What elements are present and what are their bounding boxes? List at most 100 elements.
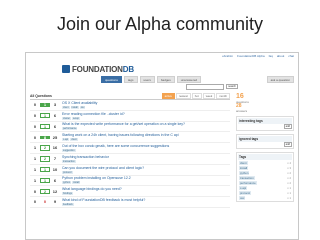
tab-badges[interactable]: badges — [156, 76, 175, 83]
forum-screenshot: ebrahim FoundationDB Alpha faq about cha… — [25, 52, 299, 240]
question-title[interactable]: Starting work on a 24h client, having is… — [62, 133, 230, 137]
logo-suffix: DB — [122, 64, 134, 74]
question-title[interactable]: Error reading connection file ..cluster … — [62, 112, 230, 116]
answer-count: 1 — [43, 112, 47, 118]
vote-count: 1 — [33, 156, 37, 162]
tag-link[interactable]: cluster — [62, 116, 72, 120]
vote-count: 0 — [33, 112, 37, 118]
votes-stat: 1 — [30, 157, 40, 161]
question-title[interactable]: What is the expected write performance f… — [62, 122, 230, 126]
sort-tab-active[interactable]: active — [161, 93, 175, 99]
question-title[interactable]: What language bindings do you need? — [62, 187, 230, 191]
tag-link[interactable]: transaction — [62, 159, 76, 163]
sidebar-tag-name[interactable]: osx — [239, 195, 246, 200]
question-title[interactable]: What kind of FoundationDB feedback is mo… — [62, 198, 230, 202]
sidebar-tag-name[interactable]: performance — [239, 180, 257, 185]
tag-link[interactable]: install — [72, 181, 81, 185]
search-button[interactable]: search — [226, 84, 238, 89]
tag-link[interactable]: feedback — [62, 203, 74, 207]
question-tags: suggestion — [62, 149, 230, 153]
sort-tab-hot[interactable]: hot — [191, 93, 202, 99]
views-stat: 7 — [50, 157, 60, 161]
vote-count: 1 — [33, 145, 37, 151]
vote-count: 1 — [33, 166, 37, 172]
question-list: All Questions active newest hot week mon… — [30, 93, 230, 208]
add-interesting-button[interactable]: add — [283, 124, 292, 129]
views-stat: 9 — [50, 200, 60, 204]
sort-tab-month[interactable]: month — [216, 93, 230, 99]
question-row: 0 0 9 What kind of FoundationDB feedback is… — [30, 197, 230, 208]
top-link-chat[interactable]: chat — [288, 54, 294, 61]
answer-count: 2 — [43, 188, 47, 194]
tag-link[interactable]: suggestion — [62, 149, 76, 153]
question-tags: client install osx — [62, 105, 230, 109]
ask-question-button[interactable]: ask a question — [266, 76, 294, 83]
tag-link[interactable]: install — [70, 105, 79, 109]
tab-unanswered[interactable]: unanswered — [176, 76, 202, 83]
slide-title: Join our Alpha community — [56, 14, 264, 34]
sidebar-tag-name[interactable]: python — [239, 170, 250, 175]
sidebar-tag-name[interactable]: c-api — [239, 185, 248, 190]
question-row: 1 1 6 Python problem installing on Opensuse… — [30, 176, 230, 187]
question-title[interactable]: OS X Client availability — [62, 101, 230, 105]
vote-count: 0 — [33, 123, 37, 129]
sidebar-tag[interactable]: osx x 1 — [238, 195, 292, 200]
tag-link[interactable]: bindings — [62, 192, 73, 196]
tab-users[interactable]: users — [139, 76, 155, 83]
tab-questions[interactable]: questions — [101, 76, 122, 83]
add-ignored-button[interactable]: add — [283, 142, 292, 147]
tab-tags[interactable]: tags — [123, 76, 138, 83]
question-title[interactable]: Synching transaction behavior — [62, 155, 230, 159]
views-stat: 3 — [50, 103, 60, 107]
top-link-about[interactable]: about — [277, 54, 285, 61]
tag-link[interactable]: protocol — [62, 170, 73, 174]
tags-box: Tags client x 4 install x 3 python x 2 transac… — [236, 152, 294, 202]
question-body: What kind of FoundationDB feedback is mo… — [60, 198, 230, 207]
question-row: 0 1 3 OS X Client availability client install… — [30, 100, 230, 111]
view-count: 12 — [52, 188, 58, 194]
question-row: 0 2 12 What language bindings do you need? b… — [30, 186, 230, 198]
view-count: 6 — [53, 112, 57, 118]
vote-count: 0 — [33, 199, 37, 205]
tag-link[interactable]: setup — [72, 116, 80, 120]
tag-link[interactable]: client — [62, 105, 70, 109]
logo[interactable]: FOUNDATIONDB — [26, 62, 298, 76]
vote-count: 0 — [33, 102, 37, 108]
tag-link[interactable]: client — [70, 138, 78, 142]
tag-link[interactable]: osx — [79, 105, 86, 109]
answers-stat: 1 — [40, 177, 50, 184]
answers-stat: 1 — [40, 103, 50, 107]
views-stat: 16 — [50, 146, 60, 150]
votes-stat: 1 — [30, 178, 40, 183]
question-tags: protocol — [62, 170, 230, 174]
question-title[interactable]: Out of the box condo gmaik, here are som… — [62, 144, 230, 148]
sidebar-tag-name[interactable]: protocol — [239, 190, 251, 195]
question-title[interactable]: Can you document the wire protocol and c… — [62, 166, 230, 170]
view-count: 7 — [53, 156, 57, 162]
votes-stat: 1 — [30, 168, 40, 172]
sort-tab-newest[interactable]: newest — [175, 93, 191, 99]
view-count: 16 — [52, 145, 58, 151]
sidebar-tag-count: x 1 — [287, 195, 291, 200]
tag-link[interactable]: c-api — [62, 138, 70, 142]
sidebar-tag-name[interactable]: install — [239, 165, 249, 170]
top-link-site[interactable]: FoundationDB Alpha — [237, 54, 265, 61]
sidebar-tag-count: x 3 — [287, 165, 291, 170]
question-count: 16 — [236, 93, 244, 100]
answer-count: 0 — [43, 199, 47, 205]
sidebar-tag-name[interactable]: transaction — [239, 175, 255, 180]
votes-stat: 0 — [30, 135, 40, 140]
top-link-faq[interactable]: faq — [269, 54, 273, 61]
list-header: All Questions active newest hot week mon… — [30, 93, 230, 100]
sort-tab-week[interactable]: week — [202, 93, 216, 99]
answers-stat: 1 — [40, 166, 50, 173]
answer-count: 1 — [43, 177, 47, 183]
tag-link[interactable]: python — [62, 181, 72, 185]
sidebar-tag-name[interactable]: client — [239, 160, 248, 165]
question-title[interactable]: Python problem installing on Opensuse 12… — [62, 176, 230, 180]
tag-link[interactable]: performance — [62, 127, 78, 131]
search-input[interactable] — [186, 83, 225, 90]
view-count: 25 — [52, 134, 58, 140]
top-link-user[interactable]: ebrahim — [222, 54, 233, 61]
question-body: Error reading connection file ..cluster … — [60, 112, 230, 120]
